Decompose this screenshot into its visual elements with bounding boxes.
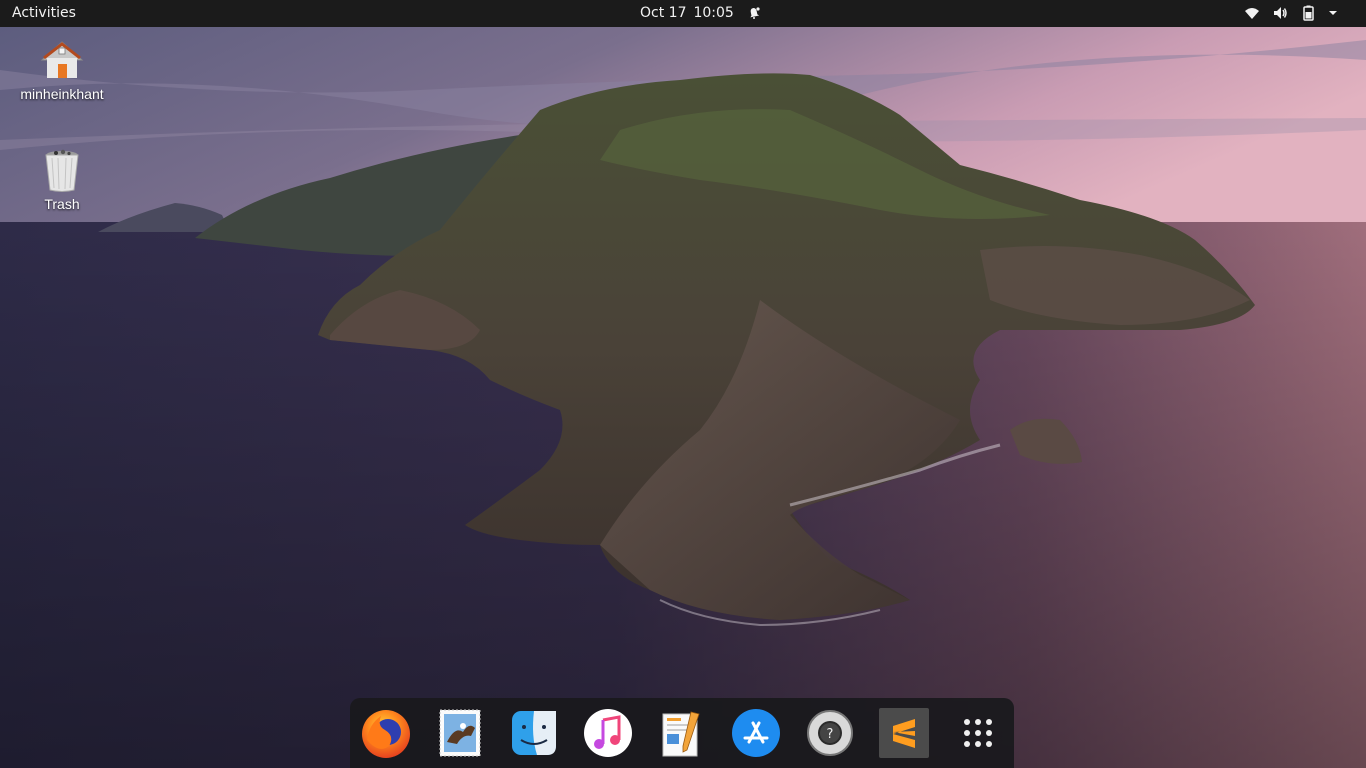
clock-menu[interactable]: Oct 17 10:05 <box>640 5 760 21</box>
dock-item-music[interactable] <box>581 706 635 760</box>
desktop-icon-home[interactable]: minheinkhant <box>12 36 112 102</box>
dock-item-pages[interactable] <box>655 706 709 760</box>
trash-icon <box>45 149 79 192</box>
chevron-down-icon[interactable] <box>1328 5 1338 21</box>
dock-item-mail[interactable] <box>433 706 487 760</box>
dock-item-show-applications[interactable] <box>951 706 1005 760</box>
dock-item-finder[interactable] <box>507 706 561 760</box>
bell-alert-icon <box>750 7 760 19</box>
help-lifebuoy-icon: ? <box>807 710 853 756</box>
desktop-wallpaper <box>0 0 1366 768</box>
desktop-icon-label: Trash <box>44 196 80 212</box>
music-icon <box>584 709 632 757</box>
volume-icon[interactable] <box>1272 5 1288 21</box>
desktop-icon-trash[interactable]: Trash <box>12 146 112 212</box>
pages-icon <box>662 711 700 757</box>
dock-item-sublime-text[interactable] <box>877 706 931 760</box>
dock-item-app-store[interactable] <box>729 706 783 760</box>
svg-text:?: ? <box>827 727 834 742</box>
clock-date: Oct 17 <box>640 5 687 21</box>
desktop-icon-label: minheinkhant <box>20 86 104 102</box>
app-store-icon <box>732 709 780 757</box>
firefox-icon <box>362 710 410 758</box>
home-folder-icon <box>40 41 84 78</box>
mail-stamp-icon <box>439 709 481 757</box>
dock-item-firefox[interactable] <box>359 706 413 760</box>
top-bar: Activities Oct 17 10:05 <box>0 0 1366 27</box>
dock: ? <box>350 698 1014 768</box>
sublime-text-icon <box>879 708 929 758</box>
activities-button[interactable]: Activities <box>12 5 76 21</box>
wifi-icon[interactable] <box>1244 5 1260 21</box>
finder-icon <box>512 711 556 755</box>
dock-item-help[interactable]: ? <box>803 706 857 760</box>
battery-icon[interactable] <box>1300 5 1316 21</box>
system-tray[interactable] <box>1244 5 1338 21</box>
clock-time: 10:05 <box>693 5 734 21</box>
app-grid-icon <box>964 719 992 747</box>
